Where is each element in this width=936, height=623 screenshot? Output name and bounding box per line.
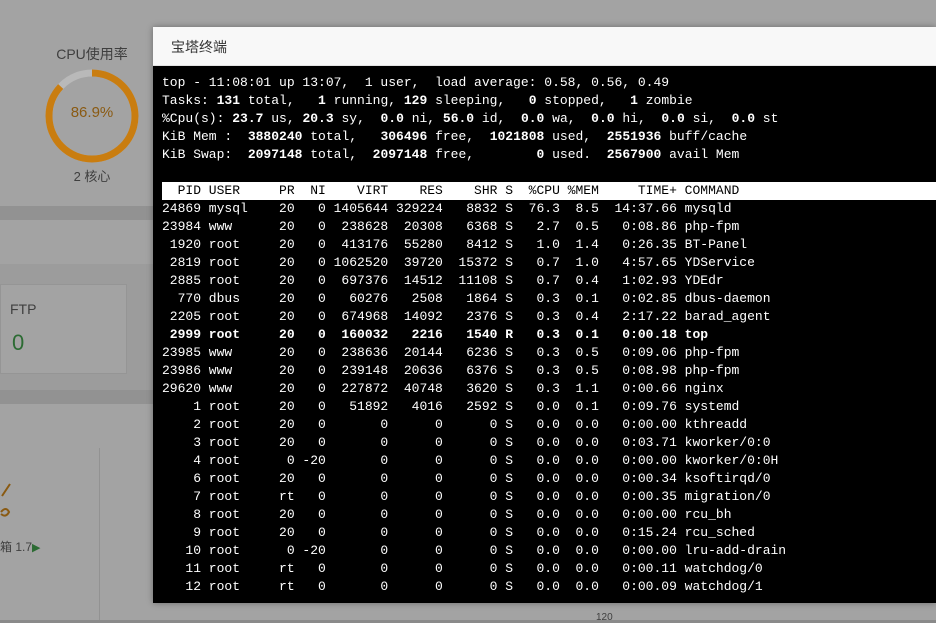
- process-row: 24869 mysql 20 0 1405644 329224 8832 S 7…: [162, 201, 732, 216]
- process-row: 8 root 20 0 0 0 0 S 0.0 0.0 0:00.00 rcu_…: [162, 507, 732, 522]
- process-table-header-text: PID USER PR NI VIRT RES SHR S %CPU %MEM …: [162, 183, 740, 198]
- process-row: 4 root 0 -20 0 0 0 S 0.0 0.0 0:00.00 kwo…: [162, 453, 779, 468]
- ftp-count: 0: [12, 330, 25, 355]
- process-row: 2205 root 20 0 674968 14092 2376 S 0.3 0…: [162, 309, 771, 324]
- top-summary: top - 11:08:01 up 13:07, 1 user, load av…: [162, 74, 778, 164]
- process-row: 7 root rt 0 0 0 0 S 0.0 0.0 0:00.35 migr…: [162, 489, 771, 504]
- dialog-title: 宝塔终端: [171, 39, 227, 55]
- terminal-dialog: 宝塔终端 top - 11:08:01 up 13:07, 1 user, lo…: [153, 27, 936, 603]
- process-row: 9 root 20 0 0 0 0 S 0.0 0.0 0:15.24 rcu_…: [162, 525, 755, 540]
- chart-axis-number: 120: [596, 612, 613, 623]
- process-table: 24869 mysql 20 0 1405644 329224 8832 S 7…: [162, 200, 786, 596]
- process-row: 1 root 20 0 51892 4016 2592 S 0.0 0.1 0:…: [162, 399, 740, 414]
- mail-icon: [0, 482, 14, 522]
- mailbox-label: 箱 1.7▶: [0, 538, 41, 555]
- process-row: 10 root 0 -20 0 0 0 S 0.0 0.0 0:00.00 lr…: [162, 543, 787, 558]
- process-row: 23985 www 20 0 238636 20144 6236 S 0.3 0…: [162, 345, 740, 360]
- process-row: 6 root 20 0 0 0 0 S 0.0 0.0 0:00.34 ksof…: [162, 471, 771, 486]
- ftp-label: FTP: [10, 301, 37, 317]
- process-row: 2 root 20 0 0 0 0 S 0.0 0.0 0:00.00 kthr…: [162, 417, 748, 432]
- process-row: 11 root rt 0 0 0 0 S 0.0 0.0 0:00.11 wat…: [162, 561, 763, 576]
- mailbox-label-text: 箱 1.7: [0, 540, 33, 554]
- process-row: 2885 root 20 0 697376 14512 11108 S 0.7 …: [162, 273, 724, 288]
- process-row: 3 root 20 0 0 0 0 S 0.0 0.0 0:03.71 kwor…: [162, 435, 771, 450]
- process-row: 2999 root 20 0 160032 2216 1540 R 0.3 0.…: [162, 327, 709, 342]
- process-table-header: PID USER PR NI VIRT RES SHR S %CPU %MEM …: [162, 182, 936, 200]
- process-row: 12 root rt 0 0 0 0 S 0.0 0.0 0:00.09 wat…: [162, 579, 763, 594]
- grid-line: [99, 448, 100, 620]
- process-row: 29620 www 20 0 227872 40748 3620 S 0.3 1…: [162, 381, 724, 396]
- process-row: 1920 root 20 0 413176 55280 8412 S 1.0 1…: [162, 237, 748, 252]
- top-summary-text: top - 11:08:01 up 13:07, 1 user, load av…: [162, 75, 779, 162]
- play-icon: ▶: [32, 542, 41, 554]
- terminal-screen[interactable]: top - 11:08:01 up 13:07, 1 user, load av…: [153, 66, 936, 603]
- cpu-core-count: 2 核心: [73, 169, 111, 184]
- cpu-usage-value: 86.9%: [70, 104, 114, 121]
- ftp-card[interactable]: [0, 284, 127, 374]
- process-row: 2819 root 20 0 1062520 39720 15372 S 0.7…: [162, 255, 755, 270]
- cpu-usage-title: CPU使用率: [56, 46, 128, 62]
- process-row: 23986 www 20 0 239148 20636 6376 S 0.3 0…: [162, 363, 740, 378]
- dialog-header[interactable]: 宝塔终端: [153, 27, 936, 66]
- process-row: 770 dbus 20 0 60276 2508 1864 S 0.3 0.1 …: [162, 291, 771, 306]
- process-row: 23984 www 20 0 238628 20308 6368 S 2.7 0…: [162, 219, 740, 234]
